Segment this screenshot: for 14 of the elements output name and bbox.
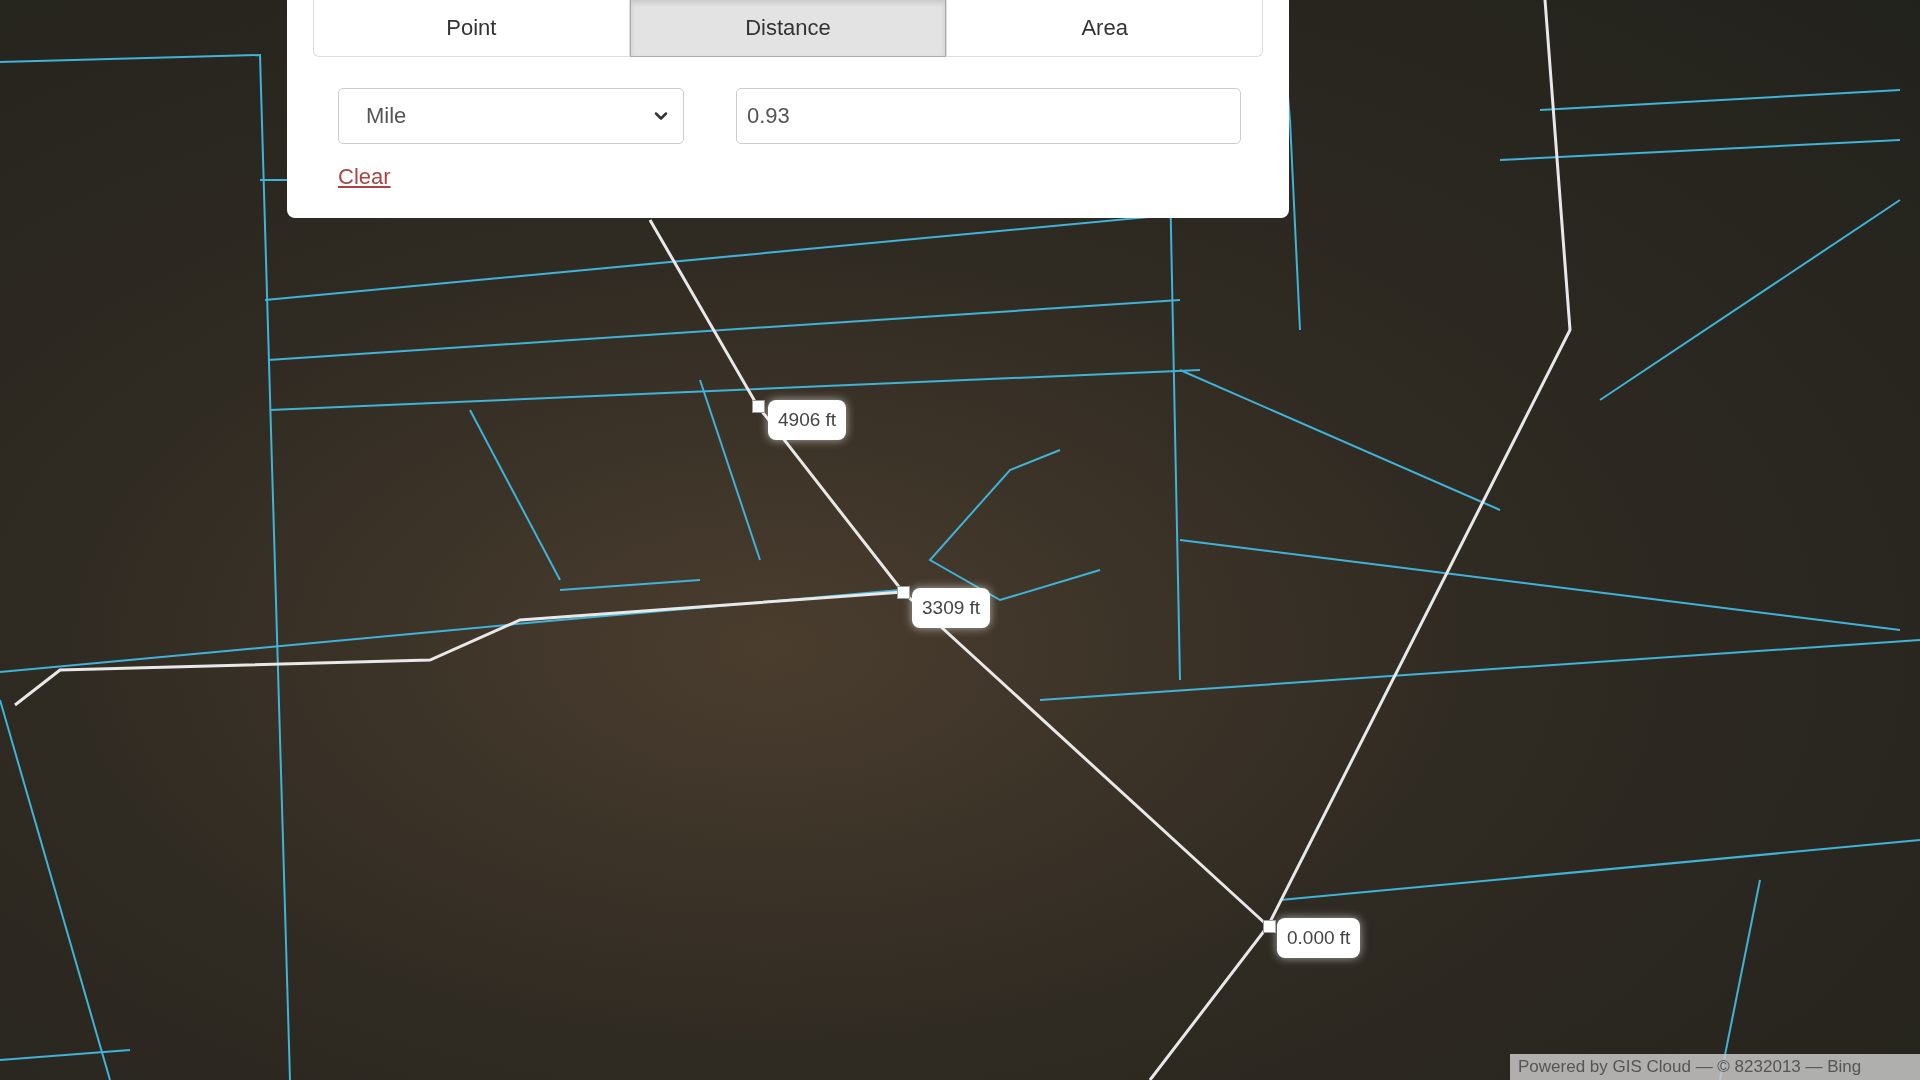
vertex-handle[interactable] <box>1263 920 1276 933</box>
satellite-map[interactable]: 4906 ft 3309 ft 0.000 ft Point Distance Area Mile 0.93 Clear Powered by GIS Cloud — © 8232013 — Bing <box>0 0 1920 1080</box>
measure-tab[interactable]: Distance <box>629 0 947 57</box>
vertex-handle[interactable] <box>897 586 910 599</box>
result-field[interactable]: 0.93 <box>736 88 1241 144</box>
distance-label: 3309 ft <box>912 588 991 628</box>
map-attribution: Powered by GIS Cloud — © 8232013 — Bing <box>1510 1054 1920 1080</box>
distance-label: 0.000 ft <box>1277 918 1361 958</box>
measure-tab[interactable]: Area <box>946 0 1263 57</box>
clear-link[interactable]: Clear <box>338 164 391 190</box>
unit-select[interactable]: Mile <box>338 88 684 144</box>
measure-tab[interactable]: Point <box>313 0 630 57</box>
vertex-handle[interactable] <box>752 400 765 413</box>
distance-label: 4906 ft <box>768 400 847 440</box>
